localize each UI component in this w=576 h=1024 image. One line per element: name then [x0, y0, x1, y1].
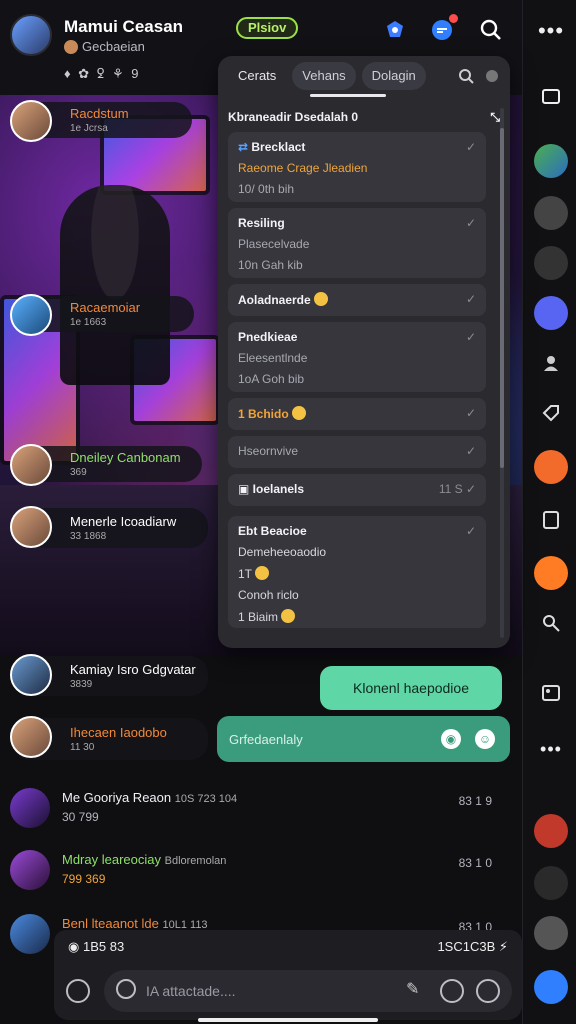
- list-item[interactable]: Ebt Beacioe Demeheeoaodio 1T Conoh riclo…: [228, 516, 486, 628]
- chat-avatar: [10, 850, 50, 890]
- chat-avatar: [10, 788, 50, 828]
- tab-vehans[interactable]: Vehans: [292, 62, 356, 90]
- more-icon-2[interactable]: •••: [534, 732, 568, 766]
- list-item[interactable]: ⇄ Brecklact Raeome Crage Jleadien 10/ 0t…: [228, 132, 486, 202]
- viewer-avatar[interactable]: [10, 654, 52, 696]
- emoji-icon: [281, 609, 296, 623]
- tab-dolagin[interactable]: Dolagin: [361, 62, 426, 90]
- emoji-icon: [255, 566, 270, 580]
- status-badge[interactable]: Plsiov: [236, 17, 299, 39]
- outgoing-message[interactable]: Klonenl haepodioe: [320, 666, 502, 710]
- bot-icon[interactable]: [534, 196, 568, 230]
- check-icon: ✓: [465, 524, 476, 538]
- record-icon[interactable]: [534, 814, 568, 848]
- right-rail: ••• •••: [522, 0, 576, 1024]
- composer-status: ◉ 1B5 83 1SC1C3B ⚡: [54, 930, 522, 964]
- chat-avatar: [10, 914, 50, 954]
- profile-name[interactable]: Mamui Ceasan: [64, 17, 183, 37]
- check-icon: ✓: [465, 406, 476, 420]
- messages-icon[interactable]: [428, 14, 458, 44]
- list-item[interactable]: ▣ Ioelanels 11 S ✓: [228, 474, 486, 506]
- list-item[interactable]: Pnedkieae Eleesentlnde 1oA Goh bib ✓: [228, 322, 486, 392]
- check-icon: ✓: [465, 292, 476, 306]
- collapse-icon[interactable]: ⤡: [490, 110, 500, 125]
- subtitle-avatar-icon: [64, 39, 78, 54]
- emoji-icon: [291, 406, 306, 420]
- emoji-picker-icon[interactable]: [476, 979, 500, 1003]
- check-icon: ✓: [465, 216, 476, 230]
- reply-input[interactable]: Grfedaenlaly ◉ ☺: [217, 716, 510, 762]
- check-icon: ✓: [465, 330, 476, 344]
- chat-row[interactable]: Me Gooriya Reaon 10S 723 104 30 799 83 1…: [0, 780, 522, 840]
- gallery-icon[interactable]: [534, 676, 568, 710]
- link-icon[interactable]: [534, 606, 568, 640]
- notification-dot: [449, 14, 458, 23]
- active-tab-indicator: [310, 94, 386, 97]
- camera-icon[interactable]: ◉: [441, 729, 461, 749]
- tab-cerats[interactable]: Cerats: [228, 62, 286, 90]
- notifications-panel: Cerats Vehans Dolagin Kbraneadir Dsedala…: [218, 56, 510, 648]
- check-icon: ✓: [465, 140, 476, 154]
- attach-icon[interactable]: [116, 979, 136, 999]
- more-icon[interactable]: •••: [534, 14, 568, 48]
- panel-heading: Kbraneadir Dsedalah 0 ⤡: [228, 109, 500, 125]
- viewer-avatar[interactable]: [10, 294, 52, 336]
- viewer-avatar[interactable]: [10, 716, 52, 758]
- home-indicator: [198, 1018, 378, 1022]
- status-icons: ♦ ✿ ꝿ ⚘ 9: [64, 66, 141, 81]
- viewer-avatar[interactable]: [10, 506, 52, 548]
- fire-icon[interactable]: [534, 450, 568, 484]
- emoji-icon: [313, 292, 328, 306]
- compass-icon[interactable]: [534, 970, 568, 1004]
- chat-row[interactable]: Mdray leareociay Bdloremolan 799 369 83 …: [0, 842, 522, 902]
- users-icon[interactable]: [534, 346, 568, 380]
- clipboard-icon[interactable]: [534, 502, 568, 536]
- scrollbar-thumb[interactable]: [500, 128, 504, 468]
- panel-scrollbar[interactable]: [500, 108, 504, 638]
- add-icon[interactable]: [66, 979, 90, 1003]
- search-icon[interactable]: [477, 16, 505, 44]
- discord-icon[interactable]: [534, 296, 568, 330]
- alien-icon[interactable]: [534, 866, 568, 900]
- viewer-avatar[interactable]: [10, 444, 52, 486]
- search-icon[interactable]: [458, 68, 474, 84]
- streamer-silhouette: [60, 185, 170, 385]
- sticker-icon[interactable]: ☺: [475, 729, 495, 749]
- shield-icon[interactable]: [381, 16, 409, 44]
- list-item[interactable]: Aoladnaerde ✓: [228, 284, 486, 316]
- map-icon[interactable]: [534, 144, 568, 178]
- tag-icon[interactable]: [534, 396, 568, 430]
- window-icon[interactable]: [534, 80, 568, 114]
- profile-avatar[interactable]: [10, 14, 52, 56]
- toggle-icon[interactable]: [486, 70, 498, 82]
- mic-icon[interactable]: [440, 979, 464, 1003]
- list-item[interactable]: 1 Bchido ✓: [228, 398, 486, 430]
- list-item[interactable]: Hseornvive ✓: [228, 436, 486, 468]
- composer: IA attactade.... ✎: [54, 964, 522, 1020]
- item-count: 11 S ✓: [438, 482, 476, 496]
- panel-search[interactable]: [458, 64, 498, 88]
- subtitle-text: Gecbaeian: [82, 39, 145, 54]
- pin-icon[interactable]: ✎: [406, 979, 419, 999]
- game-icon[interactable]: [534, 246, 568, 280]
- profile-subtitle: Gecbaeian: [64, 39, 145, 54]
- check-icon: ✓: [465, 444, 476, 458]
- viewer-avatar[interactable]: [10, 100, 52, 142]
- palette-icon[interactable]: [534, 916, 568, 950]
- input-placeholder: IA attactade....: [146, 983, 236, 999]
- list-item[interactable]: Resiling Plasecelvade 10n Gah kib ✓: [228, 208, 486, 278]
- reply-placeholder: Grfedaenlaly: [229, 731, 303, 747]
- sync-icon[interactable]: [534, 556, 568, 590]
